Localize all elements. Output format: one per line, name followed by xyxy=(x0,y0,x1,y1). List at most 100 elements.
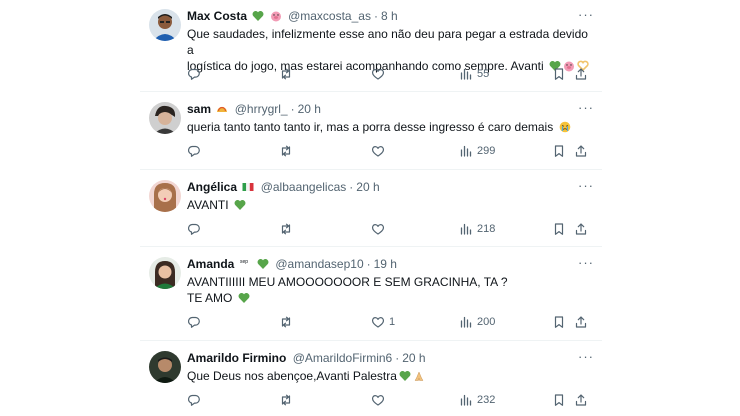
retweet-icon xyxy=(281,223,291,235)
bookmark-icon xyxy=(554,68,564,80)
tweet-header: Angélica @albaangelicas · 20 h xyxy=(187,179,380,195)
more-options-icon[interactable]: ··· xyxy=(578,8,593,21)
views-button[interactable]: 218 xyxy=(459,222,495,236)
bookmark-button[interactable] xyxy=(552,222,566,236)
like-button[interactable] xyxy=(371,393,389,407)
heart-outline-icon xyxy=(371,69,385,80)
display-name[interactable]: Amarildo Firmino xyxy=(187,351,286,365)
timestamp[interactable]: 19 h xyxy=(374,257,397,271)
like-button[interactable] xyxy=(371,144,389,158)
views-button[interactable]: 299 xyxy=(459,144,495,158)
tweet-header: Amanda sep @amandasep10 · 19 h xyxy=(187,256,397,272)
tweet-divider xyxy=(140,91,602,92)
retweet-button[interactable] xyxy=(279,67,293,81)
tweet-card[interactable]: Max Costa @maxcosta_as · 8 h ··· Que sauda… xyxy=(140,8,602,84)
view-count: 299 xyxy=(477,145,496,157)
bookmark-button[interactable] xyxy=(552,393,566,407)
user-handle[interactable]: @albaangelicas xyxy=(261,180,347,194)
tweet-text-line: TE AMO xyxy=(187,290,592,306)
reply-icon xyxy=(187,223,200,235)
green-heart-icon xyxy=(234,199,246,211)
timestamp[interactable]: 20 h xyxy=(402,351,425,365)
share-button[interactable] xyxy=(574,67,588,81)
share-icon xyxy=(575,68,587,80)
avatar[interactable] xyxy=(149,180,181,212)
user-handle[interactable]: @maxcosta_as xyxy=(288,9,371,23)
user-handle[interactable]: @AmarildoFirmin6 xyxy=(293,351,393,365)
tweet-divider xyxy=(140,246,602,247)
reply-feed: Max Costa @maxcosta_as · 8 h ··· Que sauda… xyxy=(140,0,602,416)
share-button[interactable] xyxy=(574,144,588,158)
timestamp[interactable]: 20 h xyxy=(356,180,379,194)
pig-icon xyxy=(270,10,282,22)
share-icon xyxy=(575,394,587,406)
reply-icon xyxy=(187,394,200,406)
share-button[interactable] xyxy=(574,315,588,329)
share-icon xyxy=(575,316,587,328)
timestamp[interactable]: 8 h xyxy=(381,9,398,23)
retweet-button[interactable] xyxy=(279,393,293,407)
bookmark-button[interactable] xyxy=(552,315,566,329)
display-name[interactable]: Max Costa xyxy=(187,9,247,23)
reply-button[interactable] xyxy=(187,222,201,236)
tweet-divider xyxy=(140,169,602,170)
tweet-header: Max Costa @maxcosta_as · 8 h xyxy=(187,8,398,24)
green-heart-icon xyxy=(252,10,264,22)
reply-button[interactable] xyxy=(187,67,201,81)
tweet-actions: 218 xyxy=(187,222,597,236)
tweet-actions: 232 xyxy=(187,393,597,407)
display-name[interactable]: sam xyxy=(187,102,211,116)
user-handle[interactable]: @hrrygrl_ xyxy=(235,102,288,116)
svg-text:sep: sep xyxy=(240,259,248,265)
views-button[interactable]: 200 xyxy=(459,315,495,329)
reply-button[interactable] xyxy=(187,315,201,329)
tweet-card[interactable]: Angélica @albaangelicas · 20 h ··· AVANTI … xyxy=(140,179,602,239)
views-button[interactable]: 232 xyxy=(459,393,495,407)
tweet-text-line: Que Deus nos abençoe,Avanti Palestra xyxy=(187,368,592,384)
bookmark-icon xyxy=(554,145,564,157)
tweet-text: Que Deus nos abençoe,Avanti Palestra xyxy=(187,368,592,384)
tweet-actions: 1 200 xyxy=(187,315,597,329)
like-button[interactable] xyxy=(371,67,389,81)
retweet-button[interactable] xyxy=(279,315,293,329)
bookmark-icon xyxy=(554,223,564,235)
tweet-actions: 55 xyxy=(187,67,597,81)
avatar[interactable] xyxy=(149,351,181,383)
reply-button[interactable] xyxy=(187,393,201,407)
user-handle[interactable]: @amandasep10 xyxy=(275,257,363,271)
reply-icon xyxy=(187,316,200,328)
like-button[interactable] xyxy=(371,222,389,236)
taco-icon xyxy=(216,103,228,115)
bookmark-button[interactable] xyxy=(552,144,566,158)
more-options-icon[interactable]: ··· xyxy=(578,350,593,363)
tweet-text-line: AVANTIIIIII MEU AMOOOOOOOR E SEM GRACINH… xyxy=(187,275,508,289)
retweet-button[interactable] xyxy=(279,144,293,158)
views-chart-icon xyxy=(460,223,472,235)
more-options-icon[interactable]: ··· xyxy=(578,179,593,192)
share-button[interactable] xyxy=(574,393,588,407)
like-count: 1 xyxy=(389,316,396,328)
share-button[interactable] xyxy=(574,222,588,236)
tweet-text: AVANTIIIIII MEU AMOOOOOOOR E SEM GRACINH… xyxy=(187,274,592,306)
avatar[interactable] xyxy=(149,9,181,41)
tweet-card[interactable]: sam @hrrygrl_ · 20 h ··· queria tanto tant… xyxy=(140,101,602,161)
heart-outline-icon xyxy=(371,146,385,157)
avatar[interactable] xyxy=(149,102,181,134)
more-options-icon[interactable]: ··· xyxy=(578,256,593,269)
views-chart-icon xyxy=(460,394,472,406)
views-button[interactable]: 55 xyxy=(459,67,489,81)
timestamp[interactable]: 20 h xyxy=(298,102,321,116)
avatar[interactable] xyxy=(149,257,181,289)
tweet-card[interactable]: Amanda sep @amandasep10 · 19 h ··· AVANTII… xyxy=(140,256,602,332)
display-name[interactable]: Angélica xyxy=(187,180,237,194)
heart-outline-icon xyxy=(371,317,385,328)
more-options-icon[interactable]: ··· xyxy=(578,101,593,114)
tweet-text-line-content: TE AMO xyxy=(187,291,233,305)
tweet-card[interactable]: Amarildo Firmino @AmarildoFirmin6 · 20 h ·… xyxy=(140,350,602,410)
tweet-text: AVANTI xyxy=(187,197,592,213)
reply-button[interactable] xyxy=(187,144,201,158)
like-button[interactable]: 1 xyxy=(371,315,395,329)
bookmark-button[interactable] xyxy=(552,67,566,81)
display-name[interactable]: Amanda xyxy=(187,257,234,271)
retweet-button[interactable] xyxy=(279,222,293,236)
